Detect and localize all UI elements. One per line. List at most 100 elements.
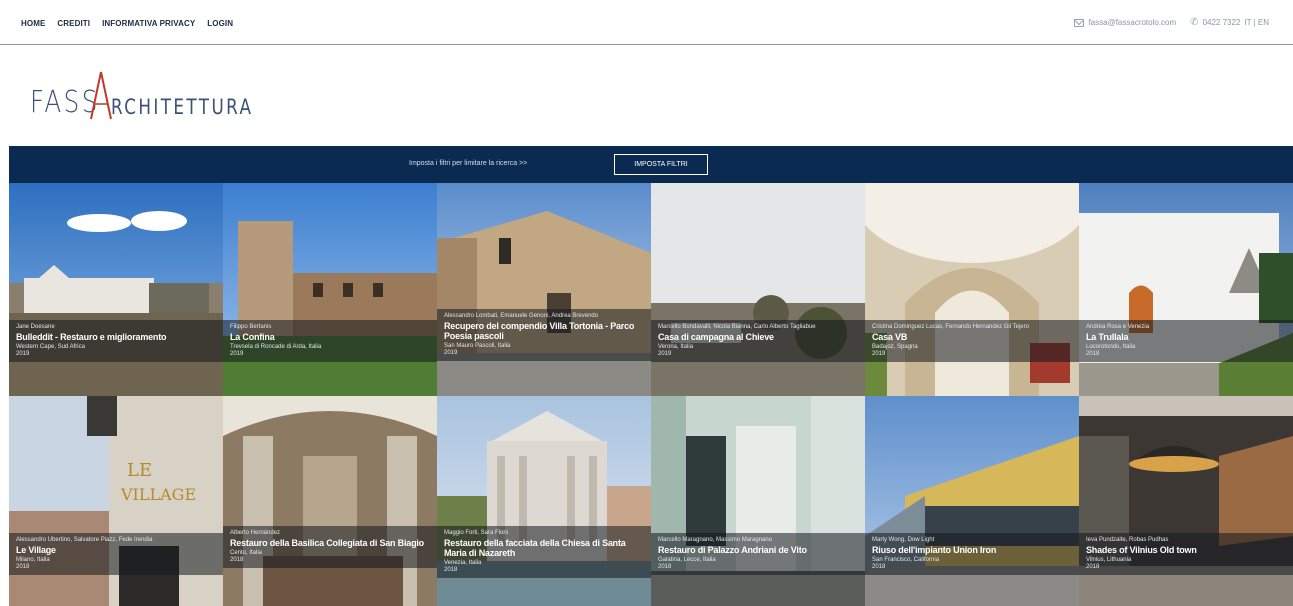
language-switch[interactable]: IT | EN [1244,18,1269,27]
filter-prompt: Imposta i filtri per limitare la ricerca… [409,160,528,167]
project-caption: Marcello Bondavalli, Nicola Bianna, Carl… [651,320,865,362]
project-place: Cento, Italia [230,550,263,556]
project-title[interactable]: La Trullala [1086,332,1286,342]
nav-crediti[interactable]: CREDITI [57,19,90,28]
project-year: 2018 [230,557,244,563]
project-caption: Alessandro Ubertino, Salvatore Piazz, Fe… [9,533,223,575]
project-authors: Marcello Maragnano, Massimo Maragnano [658,537,773,543]
main-nav: HOME CREDITI INFORMATIVA PRIVACY LOGIN [21,19,245,28]
project-image [1079,183,1293,396]
svg-text:LE: LE [127,460,152,481]
project-caption: Ieva Pundzaite, Robas Pudhas Shades of V… [1079,533,1293,575]
project-image [651,183,865,396]
project-caption: Marty Wong, Dow Light Riuso dell'impiant… [865,533,1079,575]
project-place: Venezia, Italia [444,560,482,566]
project-title[interactable]: Recupero del compendio Villa Tortonia - … [444,321,644,341]
project-title[interactable]: Casa VB [872,332,1072,342]
contact-email[interactable]: fassa@fassacrotolo.com [1088,18,1176,27]
project-title[interactable]: Restauro della facciata della Chiesa di … [444,538,644,558]
project-card[interactable]: Ieva Pundzaite, Robas Pudhas Shades of V… [1079,396,1293,606]
project-authors: Ieva Pundzaite, Robas Pudhas [1086,537,1169,543]
project-caption: Marcello Maragnano, Massimo Maragnano Re… [651,533,865,575]
project-caption: Alessandro Lombati, Emanuele Genoni, And… [437,309,651,361]
project-card[interactable]: Alessandro Lombati, Emanuele Genoni, And… [437,183,651,396]
project-image [437,183,651,396]
project-place: Western Cape, Sud Africa [16,344,85,350]
nav-home[interactable]: HOME [21,19,45,28]
project-title[interactable]: Le Village [16,545,216,555]
project-caption: Jane Doesane Bulleddit - Restauro e migl… [9,320,223,362]
project-place: Locorotondo, Italia [1086,344,1136,350]
project-image [223,396,437,606]
project-caption: Andrea Rosa e Venezia La Trullala Locoro… [1079,320,1293,362]
project-card[interactable]: Marcello Maragnano, Massimo Maragnano Re… [651,396,865,606]
project-card[interactable]: Alberto Hernández Restauro della Basilic… [223,396,437,606]
project-year: 2019 [16,351,30,357]
project-year: 2018 [444,567,458,573]
contact-info: fassa@fassacrotolo.com ✆ 0422 7322 IT | … [1074,17,1269,28]
project-place: Vilnius, Lithuania [1086,557,1132,563]
project-place: San Francisco, California [872,557,940,563]
project-place: Badajoz, Spagna [872,344,918,350]
phone-icon: ✆ [1190,17,1199,28]
project-card[interactable]: Jane Doesane Bulleddit - Restauro e migl… [9,183,223,396]
set-filters-button[interactable]: IMPOSTA FILTRI [614,154,708,175]
project-place: Verona, Italia [658,344,694,350]
logo-a-mark-icon [89,70,113,120]
project-authors: Andrea Rosa e Venezia [1086,324,1150,330]
project-image [865,183,1079,396]
project-title[interactable]: Casa di campagna al Chieve [658,332,858,342]
project-authors: Alessandro Ubertino, Salvatore Piazz, Fe… [16,537,153,543]
project-authors: Jane Doesane [16,324,55,330]
project-grid: Jane Doesane Bulleddit - Restauro e migl… [9,183,1293,606]
project-image [9,183,223,396]
project-caption: Maggio Forti, Sara Floni Restauro della … [437,526,651,578]
svg-text:VILLAGE: VILLAGE [120,485,196,504]
project-year: 2019 [658,351,672,357]
project-caption: Filippo Bertanis La Confina Trevsela di … [223,320,437,362]
project-place: Galatina, Lecce, Italia [658,557,716,563]
project-place: Trevsela di Roncade di Arda, Italia [230,344,322,350]
project-card[interactable]: Maggio Forti, Sara Floni Restauro della … [437,396,651,606]
project-year: 2019 [230,351,244,357]
filter-bar: Imposta i filtri per limitare la ricerca… [9,146,1293,183]
contact-phone[interactable]: 0422 7322 [1203,18,1241,27]
project-authors: Alberto Hernández [230,530,281,536]
project-card[interactable]: Cristina Dominguez Lucas, Fernando Herna… [865,183,1079,396]
project-card[interactable]: Filippo Bertanis La Confina Trevsela di … [223,183,437,396]
project-place: San Mauro Pascoli, Italia [444,343,511,349]
project-authors: Marcello Bondavalli, Nicola Bianna, Carl… [658,324,816,330]
nav-privacy[interactable]: INFORMATIVA PRIVACY [102,19,195,28]
project-card[interactable]: Andrea Rosa e Venezia La Trullala Locoro… [1079,183,1293,396]
logo-text-architettura: RCHITETTURA [111,95,254,119]
project-year: 2018 [658,564,672,570]
project-authors: Maggio Forti, Sara Floni [444,530,509,536]
project-authors: Cristina Dominguez Lucas, Fernando Herna… [872,324,1029,330]
project-title[interactable]: La Confina [230,332,430,342]
project-place: Milano, Italia [16,557,50,563]
project-title[interactable]: Bulleddit - Restauro e miglioramento [16,332,216,342]
project-year: 2018 [1086,351,1100,357]
project-year: 2019 [872,351,886,357]
mail-icon [1074,18,1085,27]
top-bar: HOME CREDITI INFORMATIVA PRIVACY LOGIN f… [0,0,1293,45]
project-year: 2018 [1086,564,1100,570]
project-authors: Filippo Bertanis [230,324,272,330]
project-year: 2018 [872,564,886,570]
project-card[interactable]: Marcello Bondavalli, Nicola Bianna, Carl… [651,183,865,396]
project-card[interactable]: LE VILLAGE Alessandro Ubertino, Salvator… [9,396,223,606]
nav-login[interactable]: LOGIN [207,19,233,28]
project-title[interactable]: Restauro di Palazzo Andriani de Vito [658,545,858,555]
project-title[interactable]: Shades of Vilnius Old town [1086,545,1286,555]
project-image [223,183,437,396]
project-card[interactable]: Marty Wong, Dow Light Riuso dell'impiant… [865,396,1079,606]
project-title[interactable]: Riuso dell'impianto Union Iron [872,545,1072,555]
project-authors: Alessandro Lombati, Emanuele Genoni, And… [444,313,599,319]
project-caption: Cristina Dominguez Lucas, Fernando Herna… [865,320,1079,362]
site-logo[interactable]: FASS RCHITETTURA [30,65,289,120]
project-year: 2018 [16,564,30,570]
project-title[interactable]: Restauro della Basilica Collegiata di Sa… [230,538,430,548]
project-year: 2019 [444,350,458,356]
project-caption: Alberto Hernández Restauro della Basilic… [223,526,437,568]
project-authors: Marty Wong, Dow Light [872,537,935,543]
